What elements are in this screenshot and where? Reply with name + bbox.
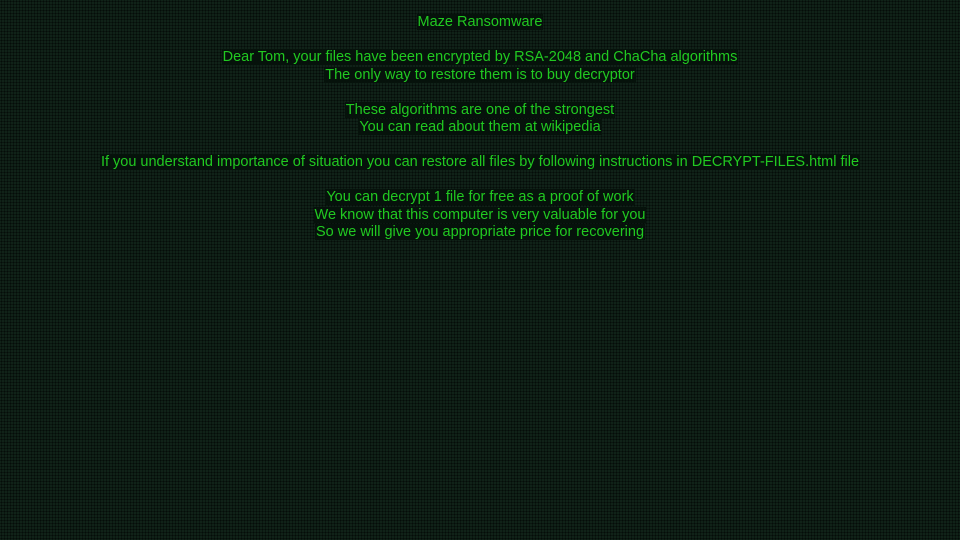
- note-paragraph-1: Dear Tom, your files have been encrypted…: [0, 49, 960, 84]
- note-line: Dear Tom, your files have been encrypted…: [221, 49, 739, 65]
- note-line: So we will give you appropriate price fo…: [314, 224, 646, 240]
- note-line: We know that this computer is very valua…: [313, 206, 647, 223]
- note-line: The only way to restore them is to buy d…: [324, 66, 636, 83]
- note-paragraph-3: If you understand importance of situatio…: [0, 154, 960, 172]
- note-line: You can read about them at wikipedia: [358, 119, 602, 135]
- note-line: These algorithms are one of the stronges…: [344, 101, 616, 118]
- note-paragraph-4: You can decrypt 1 file for free as a pro…: [0, 189, 960, 242]
- note-title: Maze Ransomware: [416, 14, 544, 30]
- note-line: You can decrypt 1 file for free as a pro…: [325, 189, 635, 205]
- note-title-block: Maze Ransomware: [0, 14, 960, 32]
- desktop-wallpaper: Maze Ransomware Dear Tom, your files hav…: [0, 0, 960, 540]
- ransom-note: Maze Ransomware Dear Tom, your files hav…: [0, 14, 960, 259]
- note-line: If you understand importance of situatio…: [99, 154, 861, 170]
- note-paragraph-2: These algorithms are one of the stronges…: [0, 101, 960, 137]
